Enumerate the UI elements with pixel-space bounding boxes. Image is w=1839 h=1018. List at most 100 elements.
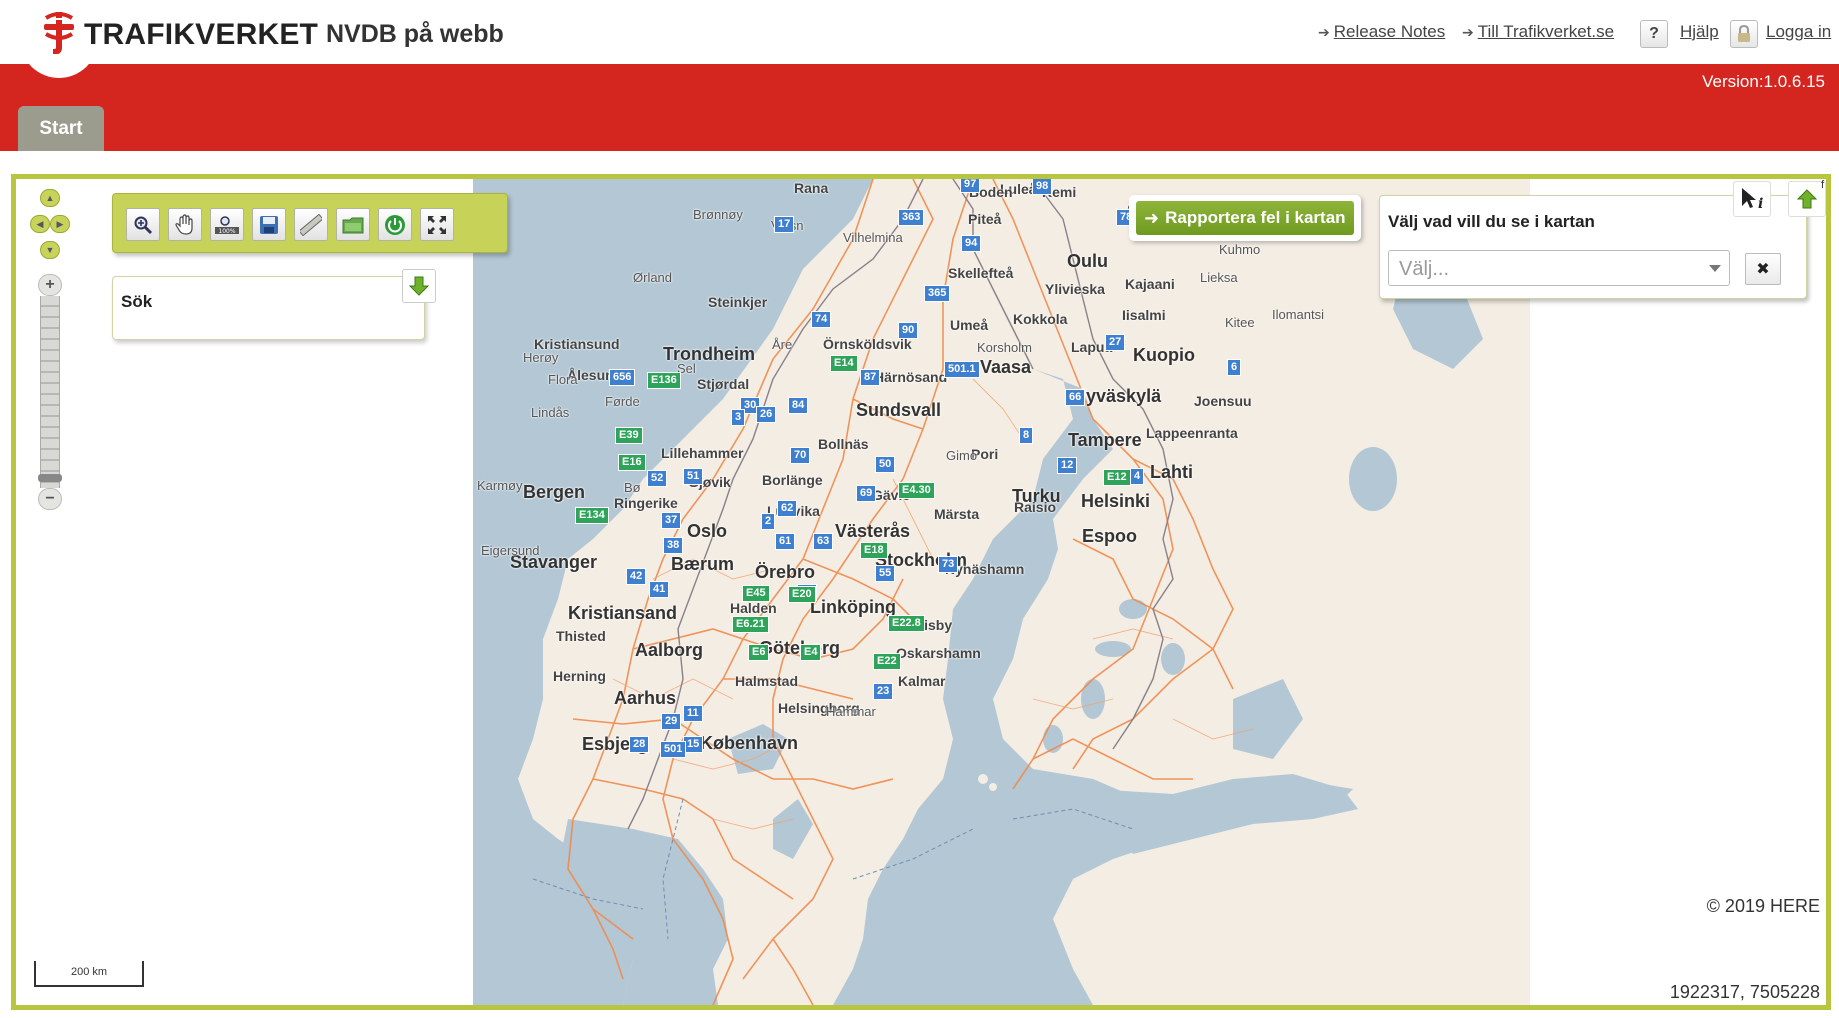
road-shield: 84 [788,397,809,414]
map-place-label: Örebro [755,562,816,582]
cursor-coordinates: 1922317, 7505228 [1669,982,1820,1002]
map-place-label: Gimo [946,448,978,463]
zoom-100-icon: 100% [215,215,239,235]
road-shield: 23 [873,683,894,700]
folder-icon [342,217,364,233]
map-canvas[interactable] [473,179,1530,1005]
map-place-label: Korsholm [977,340,1032,355]
road-shield: 363 [898,209,925,226]
road-shield: 501.1 [944,361,980,378]
map-place-label: Borlänge [762,472,823,488]
app-header: TRAFIKVERKET NVDB på webb ➔ Release Notes… [0,0,1839,78]
power-icon [385,214,405,235]
map-place-label: Steinkjer [708,294,768,310]
floppy-disk-icon [260,215,278,234]
map-place-label: Härnösand [874,369,948,385]
map-place-label: Brønnøy [693,207,743,222]
zoom-handle[interactable] [38,474,62,482]
road-shield: E45 [742,585,770,602]
zoom-100-tool[interactable]: 100% [210,208,244,241]
help-link[interactable]: Hjälp [1680,22,1719,42]
pan-down-button[interactable]: ▼ [40,241,60,259]
road-shield: 501 [660,741,687,758]
road-shield: 61 [775,533,796,550]
map-place-label: Västerås [835,521,911,541]
road-shield: 38 [663,537,684,554]
login-link[interactable]: Logga in [1766,22,1831,42]
map-place-label: Joensuu [1194,393,1252,409]
map-place-label: Jyväskylä [1076,386,1162,406]
fullscreen-icon [428,215,446,234]
ruler-icon [300,213,322,236]
map-place-label: Lieksa [1200,270,1238,285]
fullscreen-tool[interactable] [420,208,454,241]
road-shield: 6 [1227,359,1242,376]
map-place-label: Helsinki [1081,491,1151,511]
arrow-right-icon: ➔ [1318,24,1330,40]
map-place-label: Kajaani [1125,276,1175,292]
release-notes-link[interactable]: ➔ Release Notes [1318,22,1445,42]
road-shield: 97 [960,179,981,193]
map-place-label: Rana [794,180,829,196]
road-shield: 63 [813,533,834,550]
pan-up-button[interactable]: ▲ [40,189,60,207]
road-shield: 74 [811,311,832,328]
pan-control: ▲ ◀ ▶ ▼ [30,189,70,261]
road-shield: E22.8 [888,615,925,632]
road-shield: 98 [1032,179,1053,195]
help-icon[interactable]: ? [1640,20,1668,48]
pan-tool[interactable] [168,208,202,241]
zoom-out-button[interactable]: − [38,488,62,510]
hand-icon [175,213,193,235]
trafikverket-logo-icon [40,8,78,59]
zoom-in-tool[interactable] [126,208,160,241]
road-shield: 656 [609,369,636,386]
map-place-label: Aarhus [614,688,677,708]
map-toolbar: 100% [112,193,508,253]
map-place-label: Kitee [1225,315,1255,330]
map-place-label: Kalmar [898,673,946,689]
road-shield: 29 [661,713,682,730]
pan-right-button[interactable]: ▶ [50,215,70,233]
lock-icon[interactable] [1730,20,1758,48]
app-title: NVDB på webb [326,20,504,48]
till-trafikverket-label: Till Trafikverket.se [1477,22,1615,41]
road-shield: 365 [924,285,951,302]
layer-select-dropdown[interactable]: Välj... [1388,250,1730,286]
map-place-label: Umeå [950,317,989,333]
road-shield: 42 [626,568,647,585]
zoom-in-button[interactable]: + [38,274,62,296]
road-shield: 50 [875,456,896,473]
map-place-label: Halmstad [735,673,799,689]
map-place-label: Karmøy [477,478,523,493]
measure-tool[interactable] [294,208,328,241]
map-place-label: Vaasa [980,357,1032,377]
road-shield: 69 [856,485,877,502]
map-place-label: Thisted [556,628,606,644]
road-shield: E136 [647,372,681,389]
map-place-label: Stjørdal [697,376,750,392]
power-tool[interactable] [378,208,412,241]
road-shield: 73 [938,556,959,573]
pan-left-button[interactable]: ◀ [30,215,50,233]
road-shield: E6 [748,644,770,661]
road-shield: E4.30 [898,482,935,499]
info-cursor-tool[interactable]: i [1733,181,1771,217]
expand-search-button[interactable] [402,269,436,303]
layers-folder-tool[interactable] [336,208,370,241]
report-error-label: Rapportera fel i kartan [1165,208,1346,227]
road-shield: 37 [661,512,682,529]
map-place-label: Raisio [1014,499,1057,515]
zoom-track[interactable] [40,296,60,488]
report-error-inner[interactable]: ➜ Rapportera fel i kartan [1136,201,1354,235]
navigation-band: Version:1.0.6.15 Start [0,64,1839,151]
map-place-label: Lappeenranta [1146,425,1238,441]
till-trafikverket-link[interactable]: ➔ Till Trafikverket.se [1462,22,1614,42]
magnifier-plus-icon [134,216,153,234]
save-tool[interactable] [252,208,286,241]
clear-selection-button[interactable]: ✖ [1745,253,1781,285]
report-error-button[interactable]: ➜ Rapportera fel i kartan [1129,195,1361,241]
tab-start[interactable]: Start [18,106,104,151]
road-shield: E18 [860,542,888,559]
map-place-label: Herning [553,668,606,684]
